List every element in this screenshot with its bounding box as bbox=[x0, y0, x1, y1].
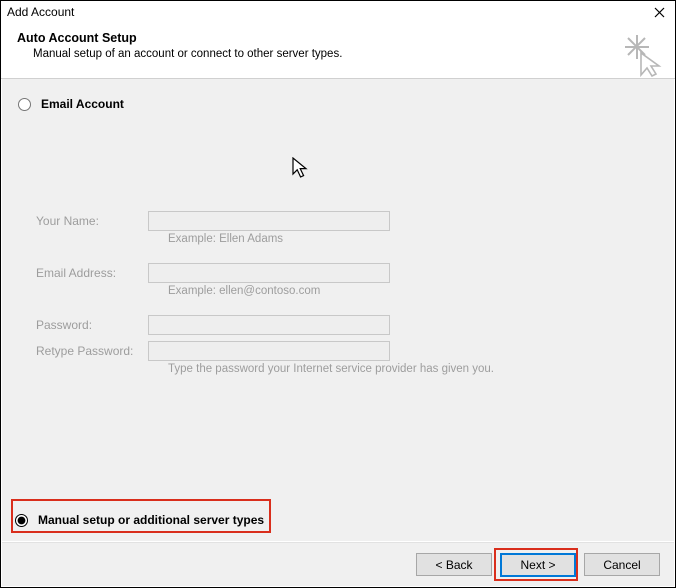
back-button[interactable]: < Back bbox=[416, 553, 492, 576]
cursor-star-icon bbox=[623, 33, 663, 77]
radio-email-account-label: Email Account bbox=[41, 97, 124, 111]
label-your-name: Your Name: bbox=[36, 214, 148, 228]
input-your-name bbox=[148, 211, 390, 231]
wizard-subheading: Manual setup of an account or connect to… bbox=[17, 48, 659, 60]
next-button[interactable]: Next > bbox=[500, 553, 576, 577]
input-password bbox=[148, 315, 390, 335]
radio-email-account-input[interactable] bbox=[18, 98, 31, 111]
window-title: Add Account bbox=[7, 5, 649, 19]
wizard-heading: Auto Account Setup bbox=[17, 31, 659, 45]
cancel-button[interactable]: Cancel bbox=[584, 553, 660, 576]
radio-manual-setup[interactable]: Manual setup or additional server types bbox=[15, 513, 264, 527]
wizard-header: Auto Account Setup Manual setup of an ac… bbox=[1, 23, 675, 79]
row-password: Password: bbox=[36, 315, 658, 335]
close-icon bbox=[654, 7, 665, 18]
titlebar: Add Account bbox=[1, 1, 675, 23]
row-email: Email Address: bbox=[36, 263, 658, 283]
close-button[interactable] bbox=[649, 2, 669, 22]
hint-your-name: Example: Ellen Adams bbox=[148, 233, 658, 245]
hint-password: Type the password your Internet service … bbox=[148, 363, 658, 375]
label-email: Email Address: bbox=[36, 266, 148, 280]
row-retype-password: Retype Password: bbox=[36, 341, 658, 361]
email-account-form: Your Name: Example: Ellen Adams Email Ad… bbox=[18, 211, 658, 375]
label-retype-password: Retype Password: bbox=[36, 344, 148, 358]
radio-email-account[interactable]: Email Account bbox=[18, 97, 658, 111]
label-password: Password: bbox=[36, 318, 148, 332]
radio-manual-setup-input[interactable] bbox=[15, 514, 28, 527]
radio-manual-setup-label: Manual setup or additional server types bbox=[38, 513, 264, 527]
row-your-name: Your Name: bbox=[36, 211, 658, 231]
input-retype-password bbox=[148, 341, 390, 361]
wizard-footer: < Back Next > Cancel bbox=[2, 542, 674, 586]
add-account-window: Add Account Auto Account Setup Manual se… bbox=[0, 0, 676, 588]
hint-email: Example: ellen@contoso.com bbox=[148, 285, 658, 297]
wizard-body: Email Account Your Name: Example: Ellen … bbox=[2, 79, 674, 541]
input-email bbox=[148, 263, 390, 283]
